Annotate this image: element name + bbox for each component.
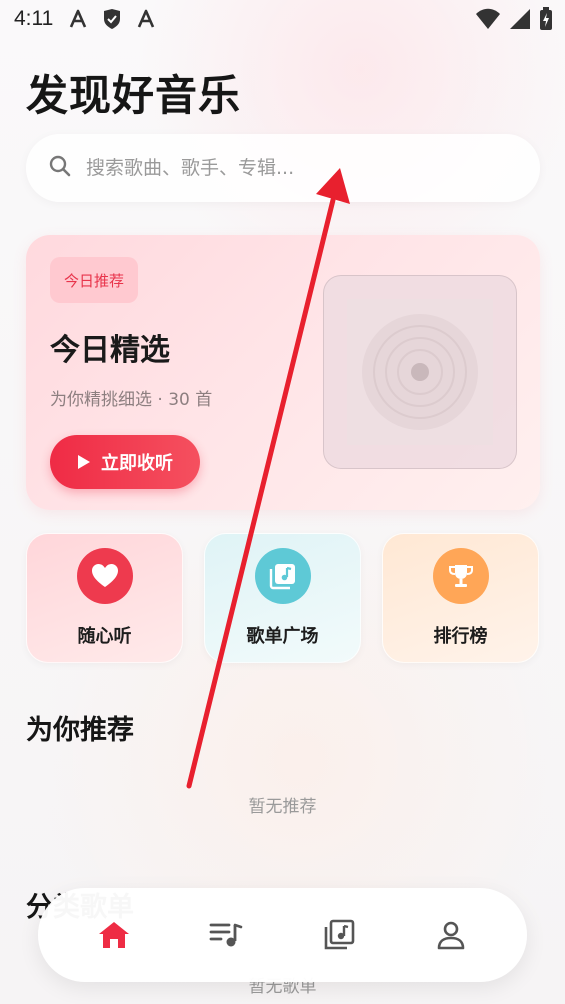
cell-signal-icon (509, 8, 531, 34)
trophy-icon (432, 548, 489, 604)
nav-home[interactable] (84, 905, 144, 965)
tile-charts[interactable]: 排行榜 (382, 533, 539, 663)
status-bar: 4:11 (0, 0, 565, 38)
tile-label: 随心听 (77, 626, 132, 647)
play-now-label: 立即收听 (101, 453, 173, 473)
section-title-recommend: 为你推荐 (26, 715, 134, 746)
wifi-icon (475, 8, 501, 34)
today-badge: 今日推荐 (50, 257, 139, 303)
page-title: 发现好音乐 (26, 71, 242, 120)
tile-playlist-plaza[interactable]: 歌单广场 (204, 533, 361, 663)
text-a-icon (67, 8, 89, 30)
home-icon (99, 922, 130, 948)
play-now-button[interactable]: 立即收听 (50, 435, 200, 489)
battery-icon (539, 7, 553, 35)
empty-recommend-text: 暂无推荐 (248, 797, 317, 817)
today-title: 今日精选 (50, 333, 170, 368)
nav-library[interactable] (309, 905, 369, 965)
bottom-nav (38, 888, 527, 982)
text-a-icon (135, 8, 157, 30)
playlist-icon (209, 923, 243, 947)
search-bar[interactable] (26, 134, 540, 202)
status-time: 4:11 (14, 7, 54, 30)
tile-label: 排行榜 (433, 626, 488, 647)
shield-icon (101, 8, 123, 30)
today-subtitle: 为你精挑细选 · 30 首 (50, 390, 213, 410)
library-icon (324, 919, 354, 950)
heart-icon (76, 548, 133, 604)
nav-playlist[interactable] (196, 905, 256, 965)
vinyl-record-icon (347, 299, 493, 445)
tile-random-listen[interactable]: 随心听 (26, 533, 183, 663)
nav-profile[interactable] (421, 905, 481, 965)
album-icon (254, 548, 311, 604)
play-icon (78, 455, 90, 469)
album-cover (323, 275, 517, 469)
tile-label: 歌单广场 (246, 626, 319, 647)
search-input[interactable] (86, 157, 486, 179)
search-icon (48, 154, 72, 182)
today-pick-card[interactable]: 今日推荐 今日精选 为你精挑细选 · 30 首 立即收听 (26, 235, 540, 510)
profile-icon (437, 921, 465, 950)
status-indicators (475, 7, 553, 35)
